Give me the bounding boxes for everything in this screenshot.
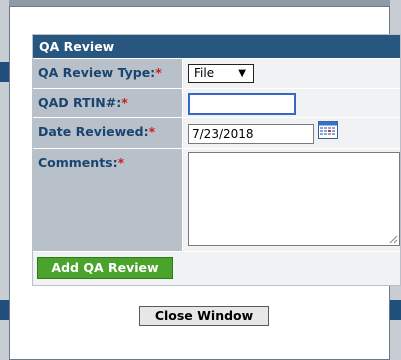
qa-review-panel: QA Review QA Review Type:* File ▼ QAD RT… bbox=[32, 34, 401, 286]
date-reviewed-input[interactable]: 7/23/2018 bbox=[188, 124, 314, 144]
panel-title: QA Review bbox=[33, 35, 400, 58]
comments-label: Comments:* bbox=[33, 149, 183, 251]
required-marker: * bbox=[117, 155, 125, 170]
row-review-type: QA Review Type:* File ▼ bbox=[33, 58, 400, 88]
comments-textarea[interactable] bbox=[188, 152, 400, 246]
row-comments: Comments:* bbox=[33, 148, 400, 251]
background-page-left bbox=[0, 0, 9, 360]
chevron-down-icon: ▼ bbox=[238, 68, 246, 79]
close-window-button[interactable]: Close Window bbox=[139, 306, 269, 326]
resize-grip-icon[interactable] bbox=[389, 235, 398, 244]
background-nav-band bbox=[0, 300, 9, 320]
row-rtin: QAD RTIN#:* bbox=[33, 88, 400, 117]
required-marker: * bbox=[121, 95, 128, 110]
calendar-icon[interactable] bbox=[318, 121, 338, 139]
add-qa-review-button[interactable]: Add QA Review bbox=[37, 257, 173, 279]
panel-actions: Add QA Review bbox=[33, 251, 400, 285]
row-date-reviewed: Date Reviewed:* 7/23/2018 bbox=[33, 117, 400, 148]
rtin-label: QAD RTIN#:* bbox=[33, 89, 183, 117]
date-reviewed-label: Date Reviewed:* bbox=[33, 118, 183, 148]
review-type-select[interactable]: File ▼ bbox=[188, 64, 254, 83]
review-type-label: QA Review Type:* bbox=[33, 59, 183, 88]
required-marker: * bbox=[148, 124, 156, 139]
rtin-input[interactable] bbox=[188, 93, 296, 115]
background-nav-band bbox=[390, 300, 401, 320]
required-marker: * bbox=[155, 65, 162, 80]
background-nav-band bbox=[0, 62, 9, 82]
